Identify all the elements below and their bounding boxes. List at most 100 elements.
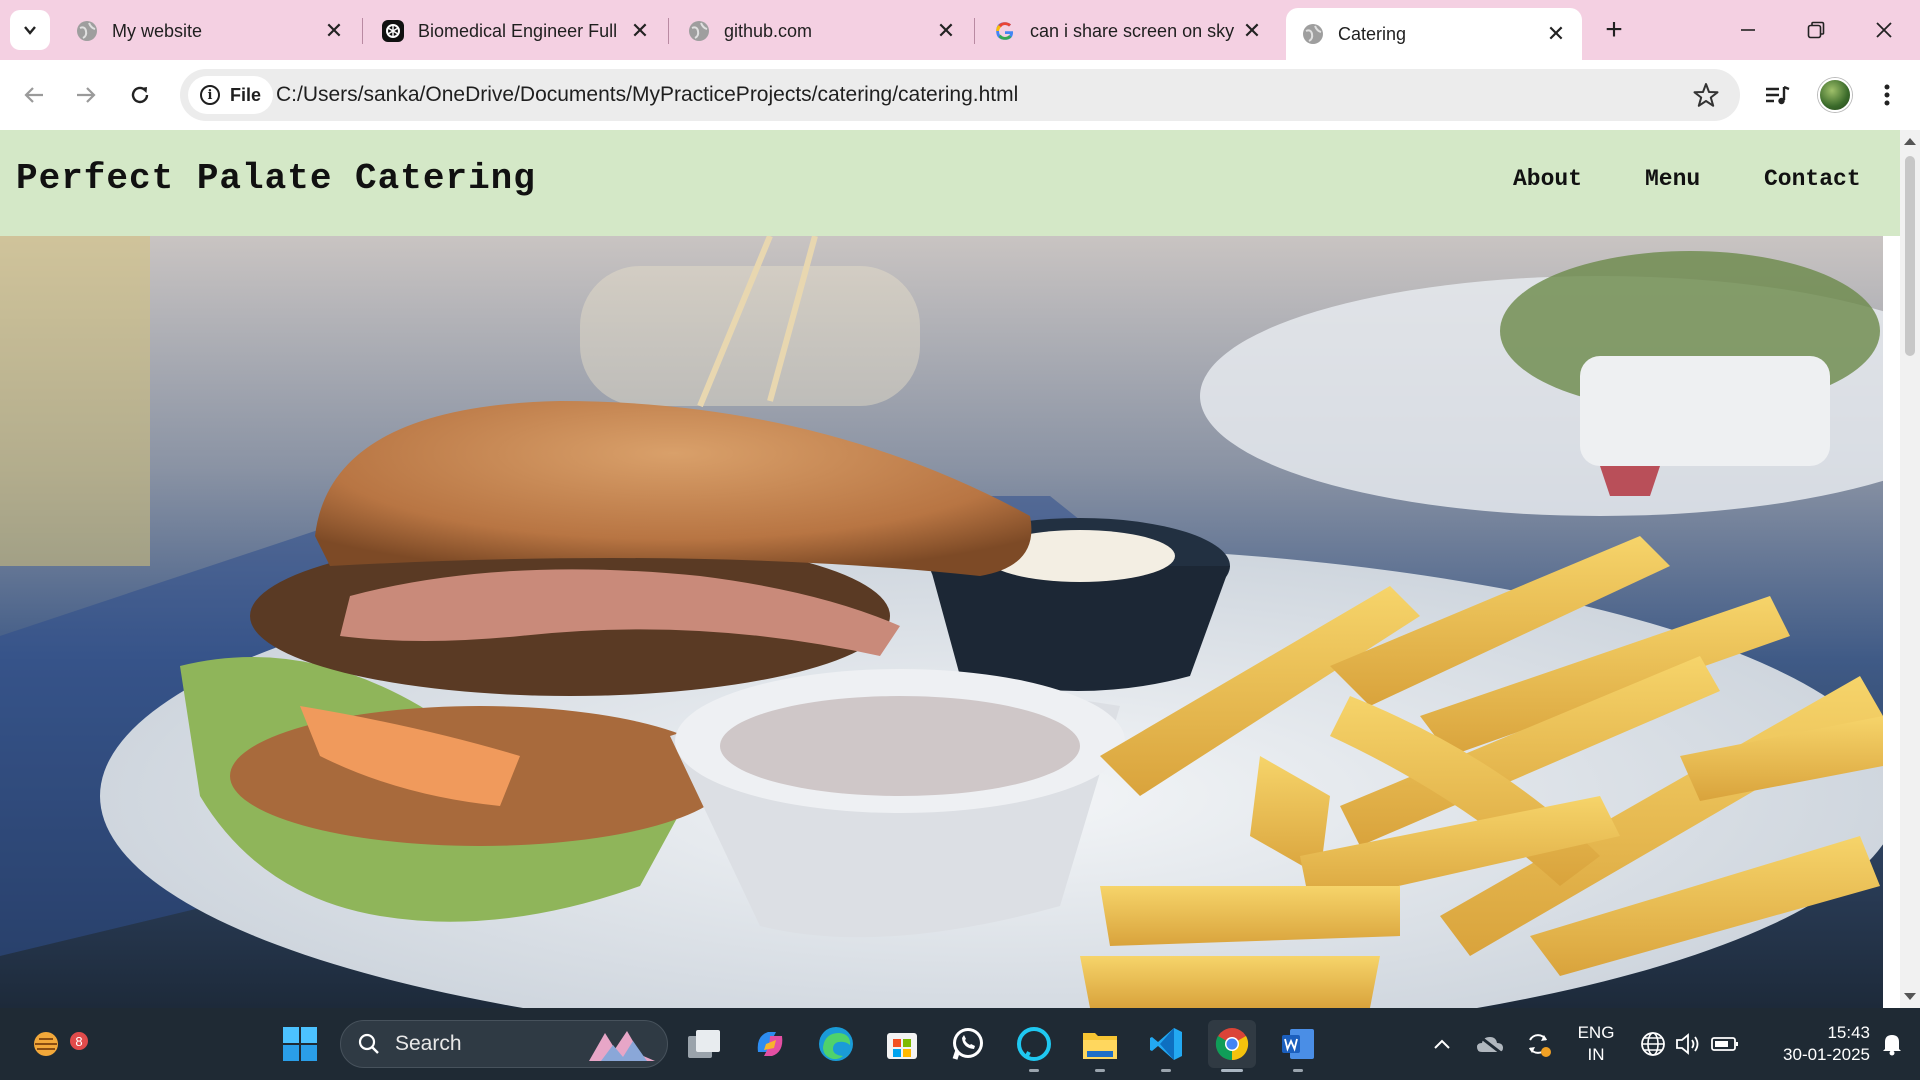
- edge-icon: [819, 1027, 853, 1061]
- forward-button[interactable]: [66, 75, 106, 115]
- google-icon: [994, 20, 1016, 42]
- taskbar-app-alexa[interactable]: [1010, 1020, 1058, 1072]
- hero-image: [0, 236, 1883, 1008]
- new-tab-button[interactable]: +: [1597, 13, 1631, 47]
- chevron-down-icon: [24, 26, 36, 35]
- address-bar[interactable]: i File C:/Users/sanka/OneDrive/Documents…: [180, 69, 1740, 121]
- search-icon: [358, 1033, 379, 1054]
- clock[interactable]: 15:43 30-01-2025: [1752, 1022, 1870, 1066]
- info-icon: i: [200, 85, 220, 105]
- restore-icon: [1807, 21, 1825, 39]
- app-running-indicator: [1221, 1069, 1243, 1072]
- reload-icon: [131, 86, 149, 104]
- onedrive-tray[interactable]: [1466, 1020, 1514, 1068]
- tab-search-button[interactable]: [10, 10, 50, 50]
- tab-separator: [362, 18, 363, 44]
- close-icon[interactable]: ✕: [322, 18, 346, 43]
- close-icon: [1876, 22, 1892, 38]
- whatsapp-icon: [952, 1028, 983, 1060]
- speaker-icon: [1676, 1033, 1699, 1055]
- taskbar-app-copilot[interactable]: [746, 1020, 794, 1068]
- taskbar-search[interactable]: Search: [340, 1020, 668, 1068]
- bookmark-star-icon[interactable]: [1692, 81, 1720, 109]
- vscode-icon: [1150, 1028, 1182, 1060]
- tab-separator: [974, 18, 975, 44]
- task-view-icon: [688, 1030, 720, 1058]
- forward-arrow-icon: [77, 87, 96, 103]
- sync-tray[interactable]: [1514, 1020, 1562, 1068]
- globe-icon: [688, 20, 710, 42]
- start-button[interactable]: [276, 1020, 324, 1068]
- app-running-indicator: [1029, 1069, 1039, 1072]
- globe-network-icon: [1641, 1032, 1665, 1056]
- plus-icon: +: [1605, 13, 1623, 46]
- taskbar-app-whatsapp[interactable]: [944, 1020, 992, 1068]
- clock-time: 15:43: [1827, 1023, 1870, 1042]
- media-queue-icon: [1766, 85, 1790, 105]
- page-scrollbar[interactable]: [1900, 130, 1920, 1008]
- scroll-up-arrow-icon[interactable]: [1904, 138, 1916, 145]
- taskbar-app-task-view[interactable]: [680, 1020, 728, 1068]
- search-highlight-icon: [589, 1031, 655, 1061]
- tab-my-website[interactable]: My website ✕: [60, 8, 360, 54]
- back-button[interactable]: [14, 75, 54, 115]
- battery-tray[interactable]: [1702, 1020, 1748, 1068]
- battery-icon: [1711, 1037, 1738, 1051]
- weather-widget[interactable]: 8: [22, 1020, 90, 1068]
- tab-google-search[interactable]: can i share screen on sky ✕: [978, 8, 1278, 54]
- close-icon[interactable]: ✕: [1544, 21, 1568, 46]
- taskbar-app-chrome[interactable]: [1208, 1020, 1256, 1072]
- browser-menu-button[interactable]: [1870, 78, 1904, 112]
- copilot-icon: [757, 1032, 783, 1056]
- url-text[interactable]: C:/Users/sanka/OneDrive/Documents/MyPrac…: [276, 69, 1018, 121]
- microsoft-store-icon: [887, 1033, 917, 1059]
- tab-title: Biomedical Engineer Full: [418, 20, 618, 41]
- clock-date: 30-01-2025: [1783, 1045, 1870, 1064]
- back-arrow-icon: [24, 87, 43, 103]
- tab-biomedical-engineer[interactable]: Biomedical Engineer Full ✕: [366, 8, 666, 54]
- app-running-indicator: [1095, 1069, 1105, 1072]
- profile-avatar[interactable]: [1818, 78, 1852, 112]
- close-window-button[interactable]: [1850, 0, 1918, 60]
- taskbar-app-store[interactable]: [878, 1020, 926, 1068]
- sync-icon: [1529, 1034, 1551, 1057]
- scrollbar-thumb[interactable]: [1905, 156, 1915, 356]
- close-icon[interactable]: ✕: [1240, 18, 1264, 43]
- restore-button[interactable]: [1782, 0, 1850, 60]
- page-viewport: Perfect Palate Catering About Menu Conta…: [0, 130, 1920, 1008]
- more-vertical-icon: [1884, 84, 1890, 106]
- globe-icon: [76, 20, 98, 42]
- site-info-chip[interactable]: i File: [188, 76, 274, 114]
- search-label: Search: [395, 1032, 462, 1055]
- app-running-indicator: [1161, 1069, 1171, 1072]
- nav-link-menu[interactable]: Menu: [1645, 166, 1700, 192]
- tab-strip: My website ✕ Biomedical Engineer Full ✕ …: [0, 0, 1920, 60]
- nav-link-contact[interactable]: Contact: [1764, 166, 1861, 192]
- tab-catering[interactable]: Catering ✕: [1286, 8, 1582, 60]
- close-icon[interactable]: ✕: [934, 18, 958, 43]
- taskbar-app-edge[interactable]: [812, 1020, 860, 1068]
- scroll-down-arrow-icon[interactable]: [1904, 993, 1916, 1000]
- minimize-icon: [1741, 29, 1755, 31]
- site-info-label: File: [230, 84, 262, 105]
- tab-github[interactable]: github.com ✕: [672, 8, 972, 54]
- region-code: IN: [1587, 1045, 1605, 1064]
- nav-link-about[interactable]: About: [1513, 166, 1582, 192]
- reload-button[interactable]: [120, 75, 160, 115]
- language-code: ENG: [1577, 1023, 1615, 1042]
- media-control-button[interactable]: [1760, 78, 1794, 112]
- language-indicator[interactable]: ENG IN: [1570, 1022, 1622, 1066]
- file-explorer-icon: [1083, 1033, 1117, 1059]
- browser-toolbar: i File C:/Users/sanka/OneDrive/Documents…: [0, 60, 1920, 130]
- tab-title: My website: [112, 20, 203, 41]
- minimize-button[interactable]: [1714, 0, 1782, 60]
- taskbar-app-word[interactable]: [1274, 1020, 1322, 1072]
- tab-title: Catering: [1338, 23, 1407, 44]
- site-brand-title: Perfect Palate Catering: [16, 158, 536, 199]
- show-hidden-icons-button[interactable]: [1418, 1020, 1466, 1068]
- close-icon[interactable]: ✕: [628, 18, 652, 43]
- notifications-button[interactable]: [1870, 1020, 1914, 1068]
- taskbar-app-file-explorer[interactable]: [1076, 1020, 1124, 1072]
- tab-title: github.com: [724, 20, 813, 41]
- taskbar-app-vscode[interactable]: [1142, 1020, 1190, 1072]
